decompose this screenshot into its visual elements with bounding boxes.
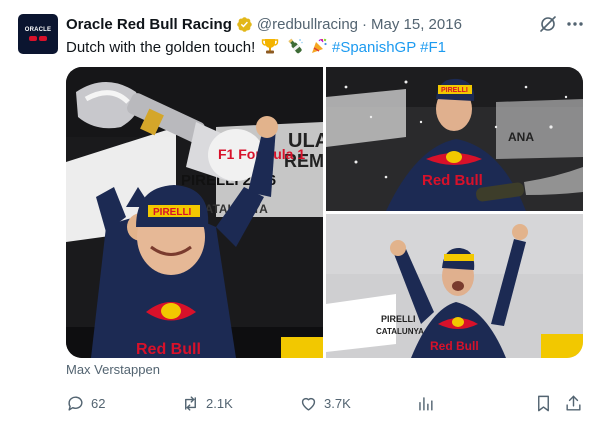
photo-trophy-lift[interactable]: ULA 1 REMIO PIRELLI 2016 CATALUNYA F1 Fo… <box>66 67 323 358</box>
more-options-icon[interactable] <box>565 14 585 34</box>
action-bar: 62 2.1K 3.7K <box>66 393 586 413</box>
banner-text: ANA <box>508 130 534 144</box>
avatar-brand-text: ORACLE <box>24 27 52 33</box>
like-button[interactable]: 3.7K <box>299 393 351 413</box>
bookmark-icon <box>534 394 553 413</box>
author-name[interactable]: Oracle Red Bull Racing <box>66 16 232 33</box>
bookmark-button[interactable] <box>534 393 553 413</box>
retweet-count: 2.1K <box>206 395 233 411</box>
tweet-header: Oracle Red Bull Racing @redbullracing · … <box>66 14 509 34</box>
tweet-card[interactable]: ORACLE Oracle Red Bull Racing @redbullra… <box>0 0 599 422</box>
retweet-icon <box>181 394 200 413</box>
cap-text: PIRELLI <box>153 207 192 218</box>
reply-count: 62 <box>91 395 106 411</box>
photo-arms-raised[interactable]: PIRELLI CATALUNYA Red Bull <box>326 214 583 358</box>
retweet-button[interactable]: 2.1K <box>181 393 233 413</box>
shirt-logo-text: Red Bull <box>430 339 479 353</box>
author-handle[interactable]: @redbullracing <box>257 16 358 33</box>
reply-icon <box>66 394 85 413</box>
like-count: 3.7K <box>324 395 351 411</box>
party-popper-icon <box>310 37 328 61</box>
banner-text: PIRELLI <box>381 314 416 324</box>
share-icon <box>564 394 583 413</box>
views-icon <box>416 394 435 413</box>
champagne-bottle-icon <box>286 37 304 61</box>
hashtag-link[interactable]: #SpanishGP <box>332 39 416 56</box>
shirt-logo-text: Red Bull <box>136 341 201 358</box>
media-caption: Max Verstappen <box>66 362 160 377</box>
grok-icon[interactable] <box>538 14 558 34</box>
trophy-icon <box>261 37 279 61</box>
banner-text: CATALUNYA <box>376 327 424 336</box>
hashtag-link[interactable]: #F1 <box>420 39 446 56</box>
photo-champagne-spray[interactable]: ANA PIRELLI Red Bull <box>326 67 583 211</box>
gold-verified-badge-icon[interactable] <box>236 16 253 33</box>
avatar-redbull-logo <box>28 36 48 41</box>
views-button[interactable] <box>416 393 435 413</box>
separator-dot: · <box>362 15 368 33</box>
share-button[interactable] <box>564 393 583 413</box>
shirt-logo-text: Red Bull <box>422 172 483 189</box>
heart-icon <box>299 394 318 413</box>
reply-button[interactable]: 62 <box>66 393 105 413</box>
tweet-text: Dutch with the golden touch! #SpanishGP … <box>66 37 446 61</box>
cap-text: PIRELLI <box>441 87 468 94</box>
media-grid: ULA 1 REMIO PIRELLI 2016 CATALUNYA F1 Fo… <box>66 67 583 358</box>
tweet-text-main: Dutch with the golden touch! <box>66 39 256 56</box>
tweet-date[interactable]: May 15, 2016 <box>371 16 462 33</box>
avatar[interactable]: ORACLE <box>18 14 58 54</box>
